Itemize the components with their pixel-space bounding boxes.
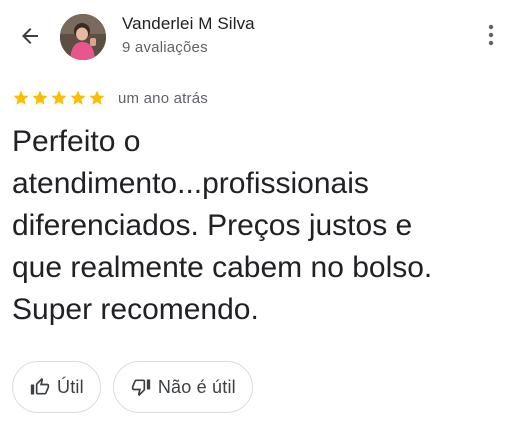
review-header: Vanderlei M Silva 9 avaliações <box>0 0 530 76</box>
star-icon <box>32 90 48 105</box>
review-actions: Útil Não é útil <box>12 361 253 413</box>
review-time: um ano atrás <box>118 89 208 107</box>
avatar[interactable] <box>60 14 106 60</box>
reviewer-name[interactable]: Vanderlei M Silva <box>122 14 255 34</box>
avatar-photo <box>60 14 106 60</box>
star-icon <box>70 90 86 105</box>
star-icon <box>51 90 67 105</box>
review-text: Perfeito o atendimento...profissionais d… <box>12 125 433 326</box>
more-options-button[interactable] <box>476 18 506 52</box>
review-count: 9 avaliações <box>122 39 208 56</box>
helpful-label: Útil <box>57 376 84 397</box>
star-rating <box>12 89 106 107</box>
back-button[interactable] <box>14 20 46 52</box>
thumb-down-icon <box>130 376 152 398</box>
arrow-back-icon <box>22 28 38 44</box>
star-icon <box>89 90 105 105</box>
star-icon <box>13 90 29 105</box>
rating-row: um ano atrás <box>12 88 208 108</box>
helpful-button[interactable]: Útil <box>12 361 101 413</box>
not-helpful-label: Não é útil <box>157 376 236 397</box>
more-vert-icon <box>488 24 494 46</box>
thumb-up-icon <box>29 376 51 398</box>
not-helpful-button[interactable]: Não é útil <box>112 361 253 413</box>
